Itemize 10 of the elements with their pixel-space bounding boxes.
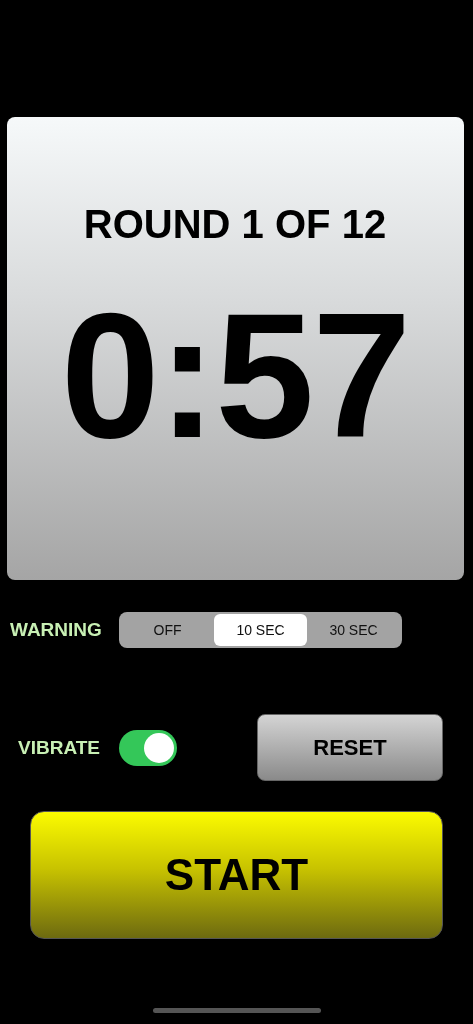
warning-option[interactable]: 30 SEC	[307, 614, 400, 646]
vibrate-label: VIBRATE	[18, 736, 101, 759]
warning-label: WARNING	[10, 619, 103, 641]
timer-display: 0:57	[60, 286, 410, 466]
round-label: ROUND 1 OF 12	[83, 201, 387, 248]
vibrate-toggle[interactable]	[119, 729, 177, 766]
start-button[interactable]: START	[30, 811, 443, 939]
warning-option[interactable]: OFF	[121, 614, 214, 646]
warning-option[interactable]: 10 SEC	[214, 614, 307, 646]
reset-button[interactable]: RESET	[257, 714, 443, 781]
